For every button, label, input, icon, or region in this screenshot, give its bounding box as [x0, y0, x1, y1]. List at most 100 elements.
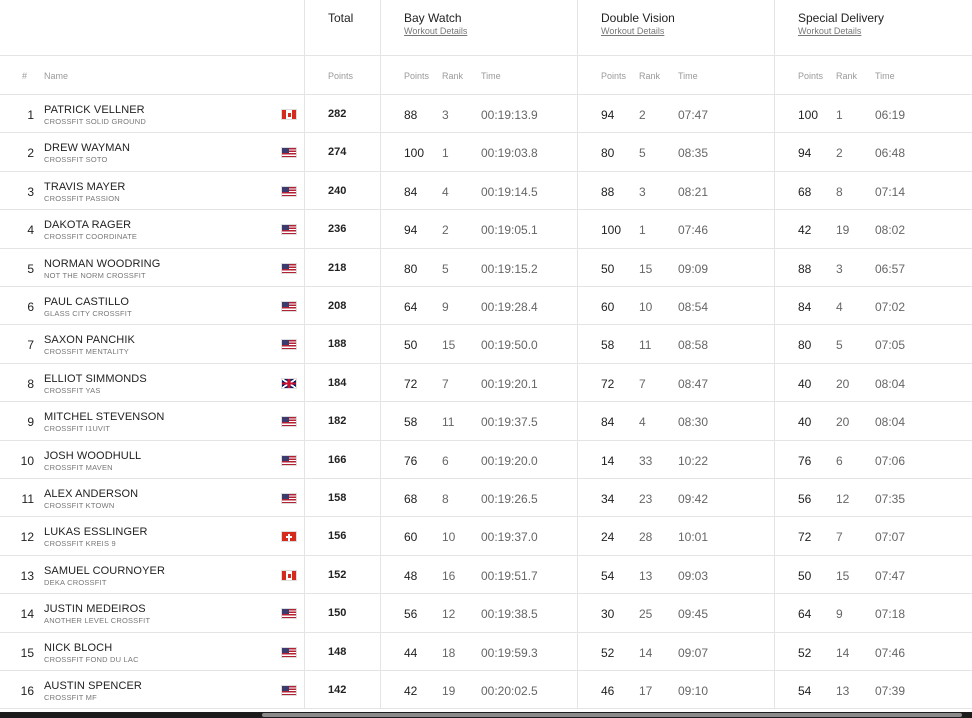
divider — [304, 479, 305, 517]
event-rank: 5 — [836, 338, 843, 353]
event-time: 08:02 — [875, 223, 906, 238]
event-time: 00:19:38.5 — [481, 607, 538, 622]
event-points-label[interactable]: Points — [404, 71, 429, 81]
athlete-name[interactable]: TRAVIS MAYER — [44, 181, 125, 193]
divider — [577, 210, 578, 248]
event-points: 80 — [601, 146, 615, 161]
event-points-label[interactable]: Points — [601, 71, 626, 81]
event-time-label[interactable]: Time — [678, 71, 698, 81]
total-points-label[interactable]: Points — [328, 71, 353, 81]
table-row[interactable]: 1 PATRICK VELLNER CROSSFIT SOLID GROUND 282… — [0, 95, 972, 134]
athlete-affiliate: DEKA CROSSFIT — [44, 577, 107, 587]
table-row[interactable]: 7 SAXON PANCHIK CROSSFIT MENTALITY 188 50 15 0… — [0, 325, 972, 364]
table-row[interactable]: 10 JOSH WOODHULL CROSSFIT MAVEN 166 76 6 00:19… — [0, 440, 972, 479]
event-rank: 5 — [442, 261, 449, 276]
event-time: 00:20:02.5 — [481, 684, 538, 698]
overall-rank: 7 — [27, 338, 34, 353]
event-time: 00:19:15.2 — [481, 261, 538, 276]
divider — [774, 171, 775, 210]
divider — [774, 594, 775, 632]
athlete-affiliate: CROSSFIT YAS — [44, 385, 101, 395]
overall-rank: 5 — [27, 261, 34, 276]
athlete-name[interactable]: JUSTIN MEDEIROS — [44, 603, 146, 615]
athlete-name[interactable]: DAKOTA RAGER — [44, 219, 131, 231]
table-row[interactable]: 5 NORMAN WOODRING NOT THE NORM CROSSFIT 218… — [0, 248, 972, 287]
table-row[interactable]: 9 MITCHEL STEVENSON CROSSFIT I1UVIT 182 58 11… — [0, 402, 972, 441]
athlete-name[interactable]: NICK BLOCH — [44, 642, 112, 654]
event-points: 100 — [798, 108, 819, 122]
table-row[interactable]: 16 AUSTIN SPENCER CROSSFIT MF 142 42 19 00:20:… — [0, 671, 972, 710]
divider — [774, 0, 775, 55]
event-time: 07:06 — [875, 453, 906, 468]
table-row[interactable]: 4 DAKOTA RAGER CROSSFIT COORDINATE 236 94 2 00… — [0, 210, 972, 249]
divider — [304, 517, 305, 555]
scrollbar-thumb[interactable] — [262, 713, 962, 717]
event-points: 46 — [601, 684, 615, 698]
switzerland-flag-icon — [281, 531, 297, 543]
workout-details-link[interactable]: Workout Details — [601, 26, 664, 36]
name-column-label[interactable]: Name — [44, 71, 68, 81]
athlete-name[interactable]: SAXON PANCHIK — [44, 334, 135, 346]
athlete-name[interactable]: JOSH WOODHULL — [44, 450, 141, 462]
divider — [380, 248, 381, 286]
divider — [304, 248, 305, 286]
event-title-bay-watch: Bay Watch — [404, 11, 462, 25]
athlete-name[interactable]: PAUL CASTILLO — [44, 296, 129, 308]
athlete-name[interactable]: ALEX ANDERSON — [44, 488, 138, 500]
athlete-name[interactable]: NORMAN WOODRING — [44, 258, 160, 270]
usa-flag-icon — [281, 493, 297, 504]
event-points: 52 — [798, 645, 812, 660]
divider — [577, 671, 578, 709]
event-rank-label[interactable]: Rank — [442, 71, 463, 81]
event-time: 07:46 — [678, 223, 709, 238]
table-row[interactable]: 2 DREW WAYMAN CROSSFIT SOTO 274 100 1 00:19:03… — [0, 133, 972, 172]
event-rank-label[interactable]: Rank — [836, 71, 857, 81]
athlete-name[interactable]: SAMUEL COURNOYER — [44, 565, 165, 577]
event-points: 40 — [798, 415, 812, 430]
table-row[interactable]: 13 SAMUEL COURNOYER DEKA CROSSFIT 152 48 16 00… — [0, 555, 972, 595]
athlete-name[interactable]: AUSTIN SPENCER — [44, 680, 142, 692]
table-row[interactable]: 3 TRAVIS MAYER CROSSFIT PASSION 240 84 4 00:19… — [0, 171, 972, 211]
event-rank: 2 — [639, 108, 646, 122]
event-points: 40 — [798, 376, 812, 391]
event-points: 80 — [798, 338, 812, 353]
event-rank: 3 — [442, 108, 449, 122]
divider — [774, 248, 775, 286]
event-rank-label[interactable]: Rank — [639, 71, 660, 81]
workout-details-link[interactable]: Workout Details — [798, 26, 861, 36]
athlete-name[interactable]: PATRICK VELLNER — [44, 104, 145, 116]
divider — [577, 517, 578, 555]
event-time-label[interactable]: Time — [481, 71, 501, 81]
table-row[interactable]: 8 ELLIOT SIMMONDS CROSSFIT YAS 184 72 7 00:19:… — [0, 363, 972, 403]
table-row[interactable]: 6 PAUL CASTILLO GLASS CITY CROSSFIT 208 64 9 0… — [0, 287, 972, 326]
athlete-name[interactable]: ELLIOT SIMMONDS — [44, 373, 147, 385]
event-time: 10:01 — [678, 530, 709, 545]
usa-flag-icon — [281, 685, 297, 696]
total-points: 236 — [328, 223, 347, 236]
event-points: 64 — [798, 607, 812, 622]
table-row[interactable]: 15 NICK BLOCH CROSSFIT FOND DU LAC 148 44 18 0… — [0, 632, 972, 671]
athlete-name[interactable]: MITCHEL STEVENSON — [44, 411, 164, 423]
event-points: 56 — [798, 492, 812, 506]
usa-flag-icon — [281, 454, 297, 466]
event-rank: 28 — [639, 530, 653, 545]
table-header: Total Bay Watch Workout Details Double V… — [0, 0, 972, 56]
event-time-label[interactable]: Time — [875, 71, 895, 81]
event-points: 88 — [798, 261, 812, 276]
overall-rank: 12 — [20, 530, 34, 545]
athlete-affiliate: CROSSFIT PASSION — [44, 193, 120, 203]
athlete-name[interactable]: DREW WAYMAN — [44, 142, 130, 154]
event-rank: 8 — [442, 492, 449, 506]
event-points-label[interactable]: Points — [798, 71, 823, 81]
divider — [774, 671, 775, 709]
event-points: 72 — [601, 376, 615, 391]
table-row[interactable]: 11 ALEX ANDERSON CROSSFIT KTOWN 158 68 8 00:19… — [0, 479, 972, 518]
table-row[interactable]: 14 JUSTIN MEDEIROS ANOTHER LEVEL CROSSFIT 1… — [0, 594, 972, 633]
table-row[interactable]: 12 LUKAS ESSLINGER CROSSFIT KREIS 9 156 60 10… — [0, 517, 972, 556]
divider — [774, 632, 775, 670]
divider — [380, 671, 381, 709]
athlete-name[interactable]: LUKAS ESSLINGER — [44, 526, 148, 538]
workout-details-link[interactable]: Workout Details — [404, 26, 467, 36]
event-time: 07:14 — [875, 184, 906, 199]
divider — [774, 517, 775, 555]
